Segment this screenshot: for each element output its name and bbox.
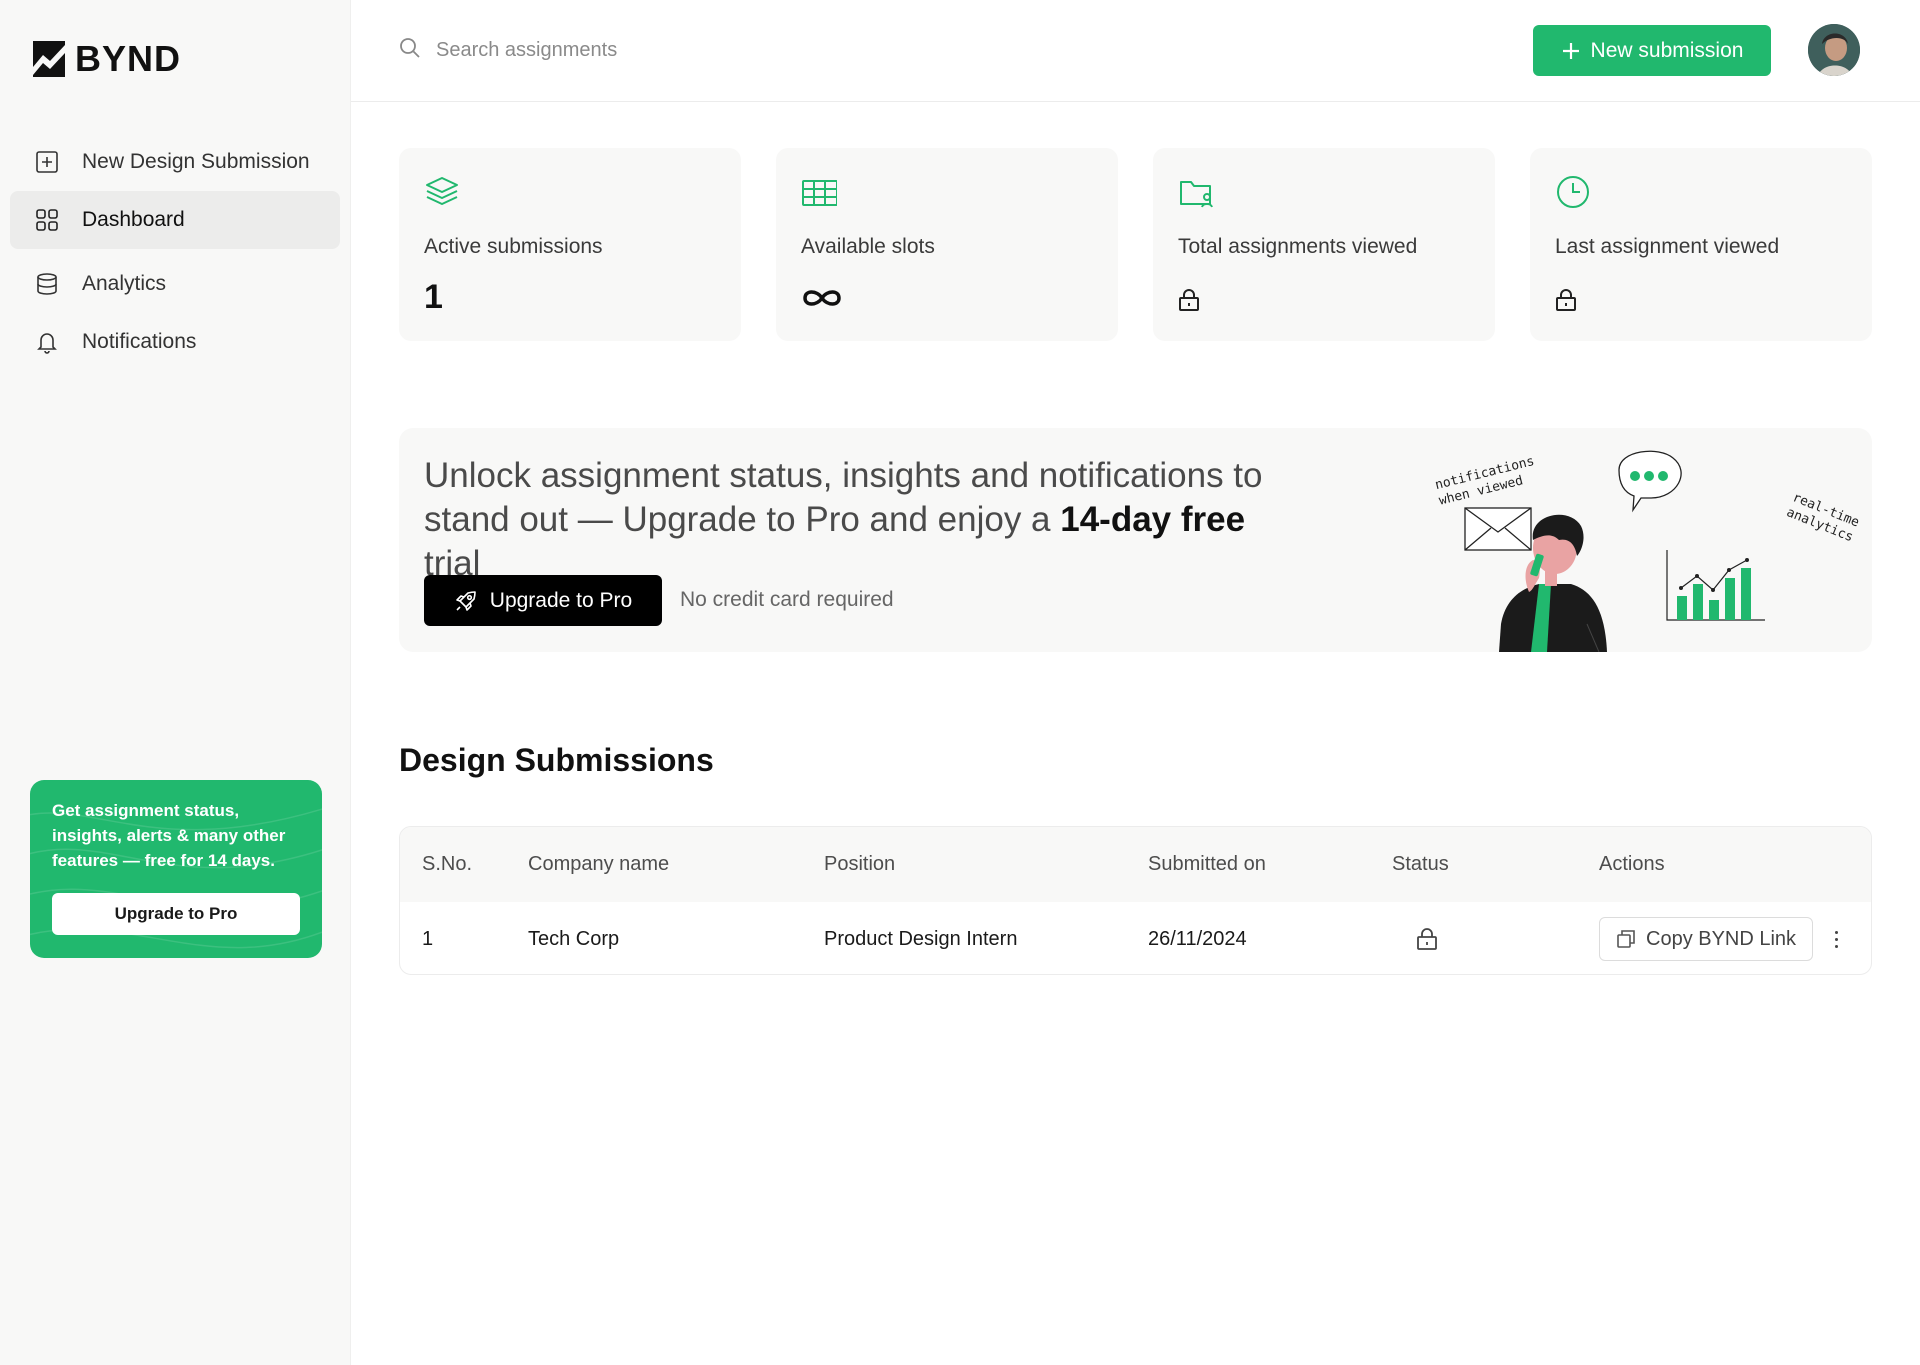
avatar[interactable] [1808,24,1860,76]
banner-illustration [1464,450,1765,652]
col-header-submitted-on: Submitted on [1148,853,1266,875]
topbar: New submission [351,0,1920,102]
envelope-icon [1464,507,1532,551]
sidebar-item-new-design-submission[interactable]: New Design Submission [10,133,340,191]
stat-label: Total assignments viewed [1178,235,1418,258]
banner-title: Unlock assignment status, insights and n… [424,456,1263,583]
cell-actions: Copy BYND Link [1599,902,1814,974]
folder-user-icon [1180,181,1213,208]
cell-submitted-on: 26/11/2024 [1148,927,1247,950]
sidebar-item-dashboard[interactable]: Dashboard [10,191,340,249]
sidebar-item-label: Dashboard [82,208,185,231]
table-header: S.No. Company name Position Submitted on… [400,827,1871,902]
database-icon [34,271,60,297]
plus-icon [1562,42,1579,59]
sidebar: BYND New Design Submission Dashboard Ana… [0,0,351,1365]
stat-label: Available slots [801,235,935,258]
sidebar-item-label: Analytics [82,272,167,295]
cell-sno: 1 [422,927,434,950]
col-header-status: Status [1392,853,1449,875]
cell-more [1826,902,1846,974]
stat-card-available-slots: Available slots [776,148,1118,341]
sidebar-item-label: Notifications [82,330,197,353]
lock-icon [1417,928,1437,950]
promo-upgrade-button[interactable]: Upgrade to Pro [52,893,300,935]
brand-logo[interactable]: BYND [33,38,181,80]
clock-icon [1557,176,1589,208]
lock-icon [1556,289,1576,311]
upgrade-to-pro-label: Upgrade to Pro [489,588,633,612]
cell-company: Tech Corp [528,927,620,950]
copy-bynd-link-label: Copy BYND Link [1646,927,1797,950]
plus-square-icon [34,149,60,175]
search-bar [398,36,836,65]
cell-position: Product Design Intern [824,927,1018,950]
sidebar-item-analytics[interactable]: Analytics [10,255,340,313]
layers-icon [426,177,458,205]
col-header-actions: Actions [1599,853,1665,875]
bar-chart-icon [1666,550,1765,621]
stat-value: 1 [424,278,443,316]
more-options-icon[interactable] [1826,924,1846,954]
user-photo-icon [1808,24,1860,76]
infinity-icon [803,290,841,306]
rocket-icon [455,590,476,611]
col-header-position: Position [824,853,896,875]
promo-text: Get assignment status, insights, alerts … [52,801,286,870]
search-icon [398,36,422,65]
lock-icon [1179,289,1199,311]
sidebar-nav: New Design Submission Dashboard Analytic… [10,133,340,371]
stat-card-active-submissions: Active submissions 1 [399,148,741,341]
cell-status [1416,902,1438,974]
search-input[interactable] [436,39,836,62]
grid-icon [34,207,60,233]
brand-name: BYND [75,38,182,79]
section-title-design-submissions: Design Submissions [399,742,714,778]
new-submission-button[interactable]: New submission [1533,25,1771,76]
table-icon [802,180,838,206]
table-row[interactable]: 1 Tech Corp Product Design Intern 26/11/… [400,902,1871,974]
bynd-logo-icon [33,41,65,77]
stat-label: Active submissions [424,235,603,258]
no-credit-card-note: No credit card required [680,588,894,611]
new-submission-label: New submission [1590,38,1744,62]
sidebar-item-label: New Design Submission [82,150,310,173]
stat-card-last-viewed: Last assignment viewed [1530,148,1872,341]
sidebar-item-notifications[interactable]: Notifications [10,313,340,371]
copy-bynd-link-button[interactable]: Copy BYND Link [1599,917,1814,961]
stats-row: Active submissions 1 Available slots Tot… [399,148,1872,341]
upgrade-promo-card: Get assignment status, insights, alerts … [30,780,322,958]
submissions-table: S.No. Company name Position Submitted on… [399,826,1872,975]
col-header-sno: S.No. [422,853,473,875]
stat-label: Last assignment viewed [1555,235,1780,258]
chat-bubble-icon [1618,450,1682,513]
col-header-company: Company name [528,853,670,875]
upgrade-banner: Unlock assignment status, insights and n… [399,428,1872,652]
copy-icon [1617,930,1635,948]
bell-icon [34,329,60,355]
stat-card-total-viewed: Total assignments viewed [1153,148,1495,341]
upgrade-to-pro-button[interactable]: Upgrade to Pro [424,575,662,626]
